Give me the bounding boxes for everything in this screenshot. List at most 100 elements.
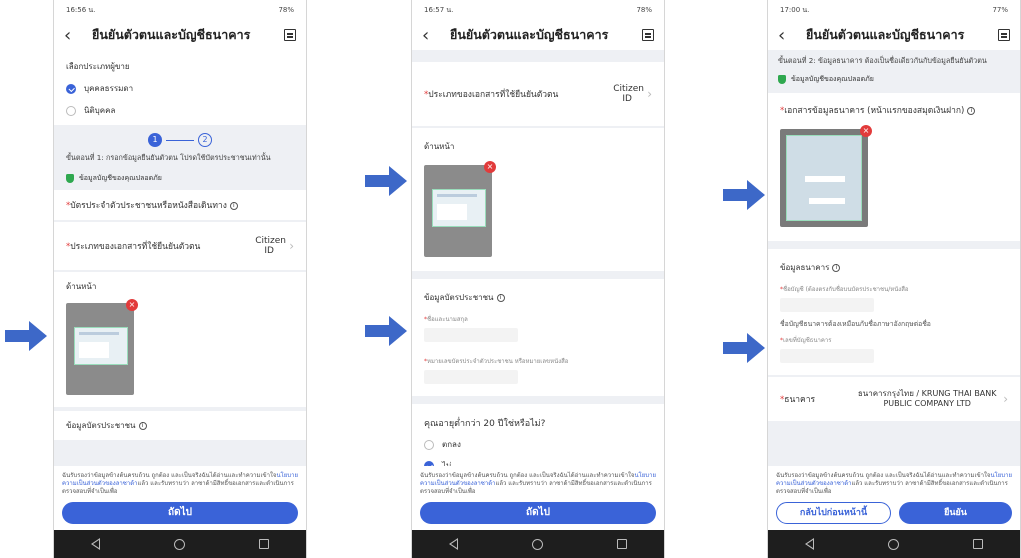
next-button[interactable]: ถัดไป xyxy=(420,502,656,524)
consent-prefix: ฉันรับรองว่าข้อมูลข้างต้นครบถ้วน ถูกต้อง… xyxy=(776,472,991,479)
info-icon[interactable]: i xyxy=(138,421,147,430)
back-arrow-icon[interactable]: ‹ xyxy=(64,25,86,46)
account-name-label: *ชื่อบัญชี (ต้องตรงกับชื่อบนบัตรประชาชน/… xyxy=(780,286,909,293)
doc-type-value: Citizen ID xyxy=(255,236,286,256)
secure-note-text: ข้อมูลบัญชีของคุณปลอดภัย xyxy=(791,75,874,83)
step-section: ขั้นตอนที่ 2: ข้อมูลธนาคาร ต้องเป็นชื่อเ… xyxy=(768,50,1020,93)
info-icon[interactable]: i xyxy=(229,201,238,210)
delete-icon[interactable]: × xyxy=(126,299,138,311)
page-title: ยืนยันตัวตนและบัญชีธนาคาร xyxy=(92,27,251,42)
step-2-indicator: 2 xyxy=(198,133,212,147)
bankbook-photo[interactable]: × xyxy=(780,125,872,227)
battery-level: 77% xyxy=(992,6,1008,14)
system-back-icon[interactable] xyxy=(805,538,814,550)
bank-doc-title: *เอกสารข้อมูลธนาคาร (หน้าแรกของสมุดเงินฝ… xyxy=(780,103,1008,117)
delete-icon[interactable]: × xyxy=(484,161,496,173)
idno-label: *หมายเลขบัตรประจำตัวประชาชน หรือหมายเลขห… xyxy=(424,358,569,365)
name-field[interactable] xyxy=(424,328,518,342)
account-name-field[interactable] xyxy=(780,298,874,312)
system-recents-icon[interactable] xyxy=(973,539,983,549)
info-icon[interactable]: i xyxy=(967,106,976,115)
option-juristic[interactable]: นิติบุคคล xyxy=(66,104,294,117)
doc-type-row[interactable]: *ประเภทของเอกสารที่ใช้ยืนยันตัวตน Citize… xyxy=(54,222,306,270)
document-icon[interactable] xyxy=(284,29,296,41)
system-home-icon[interactable] xyxy=(174,538,185,550)
idinfo-title: ข้อมูลบัตรประชาชน i xyxy=(66,419,294,432)
doc-type-label: *ประเภทของเอกสารที่ใช้ยืนยันตัวตน xyxy=(66,242,201,252)
chevron-right-icon: › xyxy=(647,87,652,101)
nav-bar: ‹ ยืนยันตัวตนและบัญชีธนาคาร xyxy=(412,20,664,50)
document-icon[interactable] xyxy=(642,29,654,41)
bank-value: ธนาคารกรุงไทย / KRUNG THAI BANK PUBLIC C… xyxy=(857,389,997,408)
bank-label-text: ธนาคาร xyxy=(784,395,816,405)
idinfo-section: ข้อมูลบัตรประชาชน i *ชื่อและนามสกุล *หมาย… xyxy=(412,279,664,396)
bank-doc-title-text: เอกสารข้อมูลธนาคาร (หน้าแรกของสมุดเงินฝา… xyxy=(784,106,965,116)
bank-label: *ธนาคาร xyxy=(780,395,816,405)
account-name-hint: ชื่อบัญชีธนาคารต้องเหมือนกับชื่อภาษาอังก… xyxy=(780,320,931,328)
id-card-image xyxy=(74,327,128,365)
nav-bar: ‹ ยืนยันตัวตนและบัญชีธนาคาร xyxy=(54,20,306,50)
radio-unchecked-icon[interactable] xyxy=(424,439,434,450)
confirm-button[interactable]: ยืนยัน xyxy=(899,502,1012,524)
footer-buttons: กลับไปก่อนหน้านี้ ยืนยัน xyxy=(776,502,1012,524)
age-option-yes[interactable]: ตกลง xyxy=(424,438,652,451)
system-back-icon[interactable] xyxy=(449,538,458,550)
idno-field[interactable] xyxy=(424,370,518,384)
radio-checked-icon[interactable] xyxy=(66,83,76,94)
back-arrow-icon[interactable]: ‹ xyxy=(778,25,800,46)
bank-select-row[interactable]: *ธนาคาร ธนาคารกรุงไทย / KRUNG THAI BANK … xyxy=(768,377,1020,421)
consent-prefix: ฉันรับรองว่าข้อมูลข้างต้นครบถ้วน ถูกต้อง… xyxy=(420,472,635,479)
battery-level: 78% xyxy=(278,6,294,14)
consent-text: ฉันรับรองว่าข้อมูลข้างต้นครบถ้วน ถูกต้อง… xyxy=(62,472,298,496)
system-nav-bar xyxy=(768,530,1020,558)
arrow-right-icon xyxy=(365,316,407,346)
step-description: ขั้นตอนที่ 1: กรอกข้อมูลยืนยันตัวตน โปรด… xyxy=(66,153,271,162)
status-bar: 17:00 น. 77% xyxy=(768,0,1020,20)
front-label: ด้านหน้า xyxy=(66,282,97,291)
radio-unchecked-icon[interactable] xyxy=(66,105,76,116)
back-arrow-icon[interactable]: ‹ xyxy=(422,25,444,46)
option-individual-label: บุคคลธรรมดา xyxy=(84,84,134,93)
info-icon[interactable]: i xyxy=(832,263,841,272)
secure-note: ข้อมูลบัญชีของคุณปลอดภัย xyxy=(778,74,1010,85)
account-no-field[interactable] xyxy=(780,349,874,363)
stepper: 1 2 xyxy=(66,133,294,147)
document-icon[interactable] xyxy=(998,29,1010,41)
status-bar: 16:56 น. 78% xyxy=(54,0,306,20)
option-individual[interactable]: บุคคลธรรมดา xyxy=(66,82,294,95)
status-bar: 16:57 น. 78% xyxy=(412,0,664,20)
id-front-photo[interactable]: × xyxy=(424,161,496,257)
info-icon[interactable]: i xyxy=(496,293,505,302)
delete-icon[interactable]: × xyxy=(860,125,872,137)
phone-screen-step1-scrolled: 16:57 น. 78% ‹ ยืนยันตัวตนและบัญชีธนาคาร… xyxy=(411,0,665,558)
arrow-right-icon xyxy=(723,333,765,363)
tutorial-canvas: 16:56 น. 78% ‹ ยืนยันตัวตนและบัญชีธนาคาร… xyxy=(0,0,1021,558)
footer: ฉันรับรองว่าข้อมูลข้างต้นครบถ้วน ถูกต้อง… xyxy=(54,466,306,530)
system-recents-icon[interactable] xyxy=(617,539,627,549)
phone-screen-step2: 17:00 น. 77% ‹ ยืนยันตัวตนและบัญชีธนาคาร… xyxy=(767,0,1021,558)
chevron-right-icon: › xyxy=(289,239,294,253)
id-front-photo[interactable]: × xyxy=(66,299,138,395)
doc-type-row[interactable]: *ประเภทของเอกสารที่ใช้ยืนยันตัวตน Citize… xyxy=(412,62,664,126)
step-connector xyxy=(166,139,194,141)
id-section-title-text: บัตรประจำตัวประชาชนหรือหนังสือเดินทาง xyxy=(70,201,227,211)
name-label-text: ชื่อและนามสกุล xyxy=(427,316,468,323)
system-recents-icon[interactable] xyxy=(259,539,269,549)
back-button[interactable]: กลับไปก่อนหน้านี้ xyxy=(776,502,891,524)
system-home-icon[interactable] xyxy=(532,538,543,550)
age-question: คุณอายุต่ำกว่า 20 ปีใช่หรือไม่? xyxy=(424,419,546,429)
arrow-right-icon xyxy=(5,321,47,351)
system-back-icon[interactable] xyxy=(91,538,100,550)
system-nav-bar xyxy=(54,530,306,558)
doc-type-value: Citizen ID xyxy=(613,84,644,104)
idno-label-text: หมายเลขบัตรประจำตัวประชาชน หรือหมายเลขหน… xyxy=(427,358,569,365)
doc-type-label-text: ประเภทของเอกสารที่ใช้ยืนยันตัวตน xyxy=(428,90,559,100)
secure-note-text: ข้อมูลบัญชีของคุณปลอดภัย xyxy=(79,174,162,182)
bank-doc-section: *เอกสารข้อมูลธนาคาร (หน้าแรกของสมุดเงินฝ… xyxy=(768,93,1020,241)
nav-bar: ‹ ยืนยันตัวตนและบัญชีธนาคาร xyxy=(768,20,1020,50)
system-home-icon[interactable] xyxy=(888,538,899,550)
step-description: ขั้นตอนที่ 2: ข้อมูลธนาคาร ต้องเป็นชื่อเ… xyxy=(778,56,987,65)
option-juristic-label: นิติบุคคล xyxy=(84,106,116,115)
front-photo-section: ด้านหน้า × xyxy=(412,128,664,271)
next-button[interactable]: ถัดไป xyxy=(62,502,298,524)
